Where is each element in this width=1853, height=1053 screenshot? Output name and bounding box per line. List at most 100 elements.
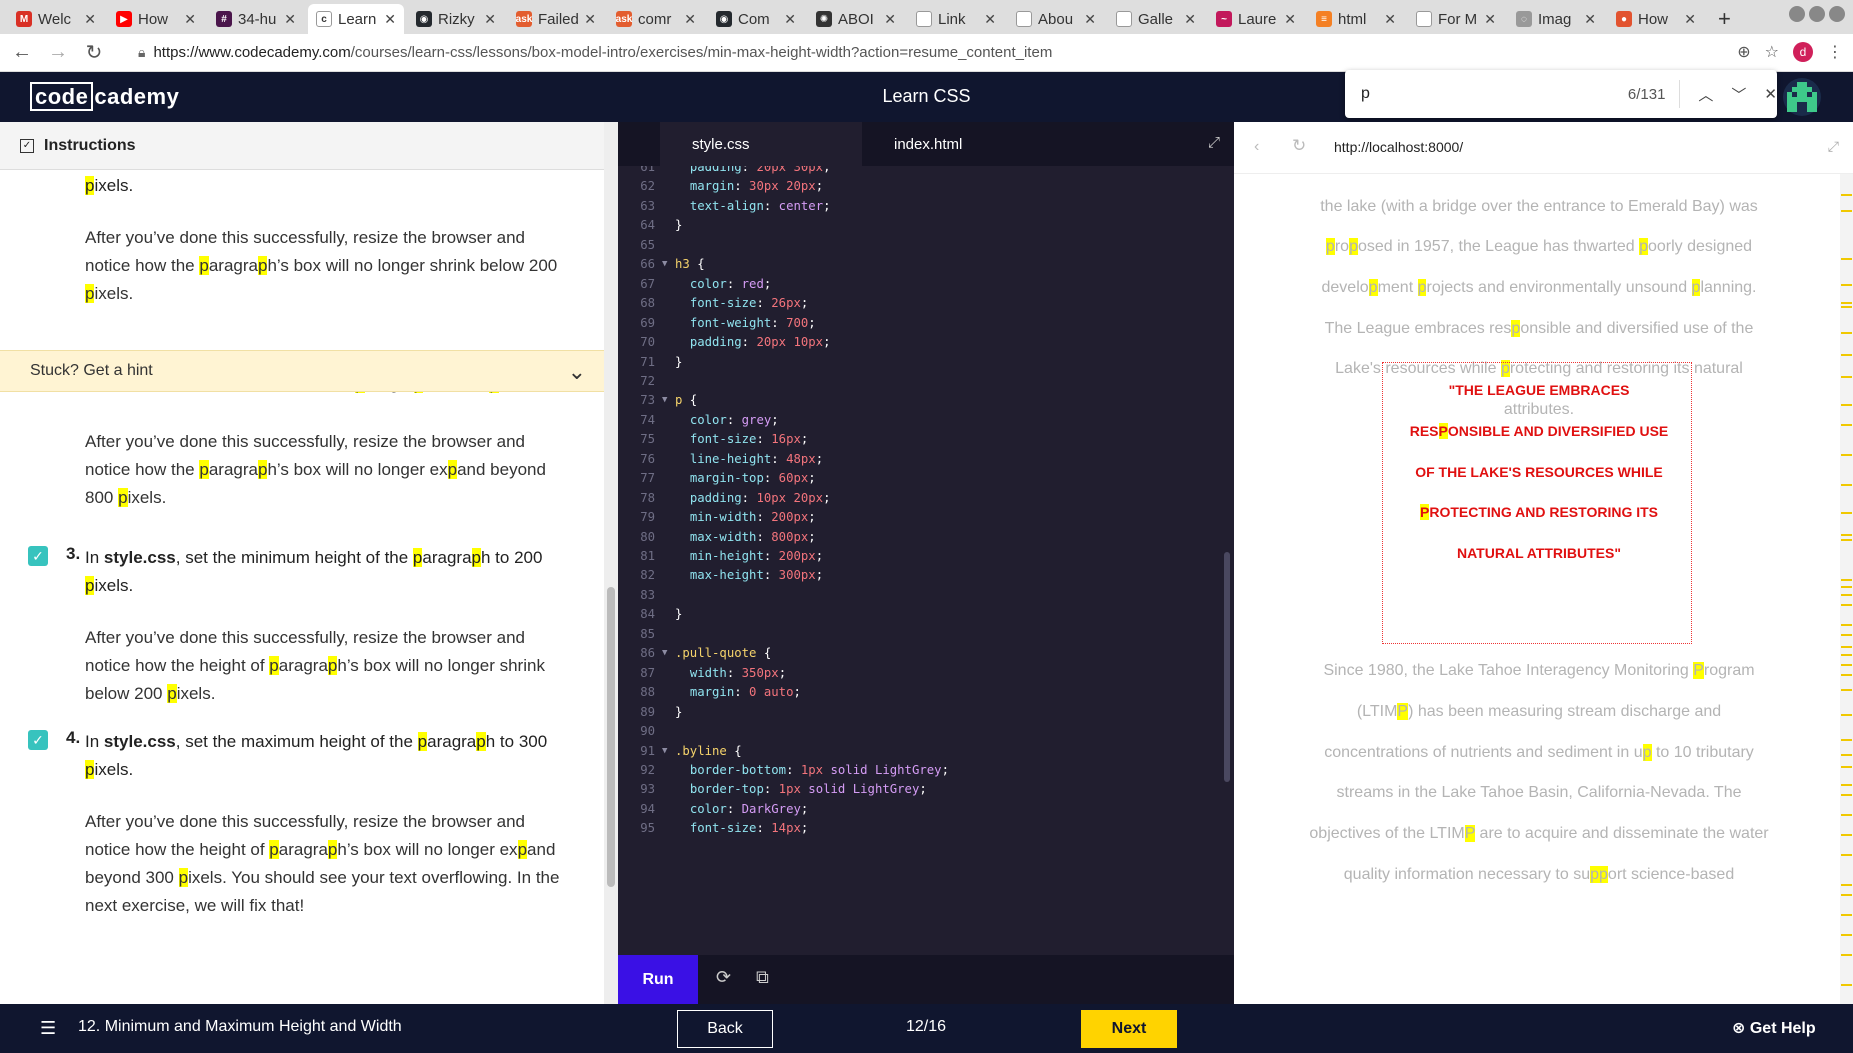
tab-close-icon[interactable]: ✕ xyxy=(284,11,296,28)
preview-expand-icon[interactable]: ⤢ xyxy=(1828,138,1839,155)
scroll-match-marker xyxy=(1841,934,1852,936)
browser-tab[interactable]: ◌ Imag ✕ xyxy=(1508,4,1604,34)
preview-paragraph-line: the lake (with a bridge over the entranc… xyxy=(1320,198,1758,215)
scroll-match-marker xyxy=(1841,854,1852,856)
tab-close-icon[interactable]: ✕ xyxy=(684,11,696,28)
preview-reload-icon[interactable]: ↻ xyxy=(1292,136,1306,156)
preview-paragraph-line: streams in the Lake Tahoe Basin, Califor… xyxy=(1336,784,1742,801)
tab-close-icon[interactable]: ✕ xyxy=(584,11,596,28)
tab-title: 34-hu xyxy=(238,10,277,28)
browser-tab[interactable]: c Learn ✕ xyxy=(308,4,404,34)
profile-avatar[interactable]: d xyxy=(1793,42,1813,62)
copy-codebase-icon[interactable]: ⧉ xyxy=(756,967,769,988)
browser-tab[interactable]: M Welc ✕ xyxy=(8,4,104,34)
scroll-match-marker xyxy=(1841,258,1852,260)
browser-tab[interactable]: ≡ html ✕ xyxy=(1308,4,1404,34)
tab-title: Galle xyxy=(1138,10,1174,28)
tab-close-icon[interactable]: ✕ xyxy=(984,11,996,28)
hint-toggle[interactable]: Stuck? Get a hint ⌄ xyxy=(0,350,604,392)
get-help-button[interactable]: ⊗ Get Help xyxy=(1732,1018,1816,1038)
browser-tab[interactable]: #34-hu ✕ xyxy=(208,4,304,34)
browser-tab[interactable]: ◉ Com ✕ xyxy=(708,4,804,34)
tab-close-icon[interactable]: ✕ xyxy=(1684,11,1696,28)
browser-tab[interactable]: Link ✕ xyxy=(908,4,1004,34)
preview-paragraph-line: proposed in 1957, the League has thwarte… xyxy=(1325,238,1753,255)
tab-favicon-icon: c xyxy=(316,11,332,27)
tab-close-icon[interactable]: ✕ xyxy=(884,11,896,28)
tab-close-icon[interactable]: ✕ xyxy=(1284,11,1296,28)
reset-icon[interactable]: ⟳ xyxy=(716,967,731,988)
tab-close-icon[interactable]: ✕ xyxy=(484,11,496,28)
scroll-match-marker xyxy=(1841,794,1852,796)
find-next-icon[interactable]: ﹀ xyxy=(1731,84,1746,105)
scrollbar-thumb[interactable] xyxy=(607,587,615,887)
run-button[interactable]: Run xyxy=(618,955,698,1004)
tab-style-css[interactable]: style.css xyxy=(660,122,862,166)
checkmark-icon: ✓ xyxy=(28,730,48,750)
scroll-match-marker xyxy=(1841,484,1852,486)
tab-favicon-icon: ✺ xyxy=(816,11,832,27)
tab-close-icon[interactable]: ✕ xyxy=(1184,11,1196,28)
maximize-icon[interactable] xyxy=(1809,6,1825,22)
menu-icon[interactable]: ☰ xyxy=(40,1018,56,1039)
step-task: In style.css, set the minimum height of … xyxy=(85,548,543,595)
step-number: 4. xyxy=(66,728,81,747)
preview-url[interactable]: http://localhost:8000/ xyxy=(1334,139,1463,155)
window-controls xyxy=(1789,6,1845,22)
browser-tab[interactable]: Galle ✕ xyxy=(1108,4,1204,34)
preview-paragraph-line: concentrations of nutrients and sediment… xyxy=(1324,744,1754,761)
minimize-icon[interactable] xyxy=(1789,6,1805,22)
preview-back-icon[interactable]: ‹ xyxy=(1254,138,1259,156)
tab-close-icon[interactable]: ✕ xyxy=(384,11,396,28)
find-close-icon[interactable]: ✕ xyxy=(1764,85,1777,103)
tab-close-icon[interactable]: ✕ xyxy=(1484,11,1496,28)
browser-tab[interactable]: ● How ✕ xyxy=(1608,4,1704,34)
back-arrow-icon[interactable]: ← xyxy=(8,41,36,64)
scroll-match-marker xyxy=(1841,534,1852,536)
tab-title: Failed xyxy=(538,10,579,28)
forward-arrow-icon[interactable]: → xyxy=(44,41,72,64)
close-window-icon[interactable] xyxy=(1829,6,1845,22)
code-line[interactable]: 95 font-size: 14px; xyxy=(618,817,1218,840)
tab-close-icon[interactable]: ✕ xyxy=(84,11,96,28)
browser-tab[interactable]: ~ Laure ✕ xyxy=(1208,4,1304,34)
reload-icon[interactable]: ↻ xyxy=(80,40,108,65)
browser-tab[interactable]: ask comr ✕ xyxy=(608,4,704,34)
tab-close-icon[interactable]: ✕ xyxy=(784,11,796,28)
url-path: /courses/learn-css/lessons/box-model-int… xyxy=(350,44,1053,61)
browser-tab[interactable]: ▶ How ✕ xyxy=(108,4,204,34)
tab-close-icon[interactable]: ✕ xyxy=(1384,11,1396,28)
scroll-match-marker xyxy=(1841,766,1852,768)
browser-tab[interactable]: ◉ Rizky ✕ xyxy=(408,4,504,34)
new-tab-button[interactable]: + xyxy=(1718,4,1731,34)
help-icon: ⊗ xyxy=(1732,1020,1750,1037)
browser-tab[interactable]: Abou ✕ xyxy=(1008,4,1104,34)
preview-scrollbar[interactable] xyxy=(1840,174,1853,1004)
star-icon[interactable]: ☆ xyxy=(1765,42,1779,62)
editor-scrollbar[interactable] xyxy=(1224,552,1230,782)
find-previous-icon[interactable]: ︿ xyxy=(1698,84,1713,105)
expand-icon[interactable]: ⤢ xyxy=(1208,134,1220,151)
step-detail: After you’ve done this successfully, res… xyxy=(85,812,560,915)
scroll-match-marker xyxy=(1841,674,1852,676)
tab-index-html[interactable]: index.html xyxy=(876,122,962,166)
scroll-match-marker xyxy=(1841,594,1852,596)
back-button[interactable]: Back xyxy=(677,1010,773,1048)
browser-tab[interactable]: For M ✕ xyxy=(1408,4,1504,34)
tab-close-icon[interactable]: ✕ xyxy=(1084,11,1096,28)
next-button[interactable]: Next xyxy=(1081,1010,1177,1048)
browser-tab[interactable]: ask Failed ✕ xyxy=(508,4,604,34)
zoom-icon[interactable]: ⊕ xyxy=(1737,42,1750,62)
find-input[interactable]: p xyxy=(1361,85,1580,103)
browser-tab[interactable]: ✺ ABOI ✕ xyxy=(808,4,904,34)
lesson-title[interactable]: 12. Minimum and Maximum Height and Width xyxy=(78,1018,402,1036)
user-avatar-icon[interactable] xyxy=(1783,78,1821,116)
tab-close-icon[interactable]: ✕ xyxy=(1584,11,1596,28)
code-area[interactable]: 61 padding: 20px 30px; 62 margin: 30px 20… xyxy=(618,166,1234,955)
tab-close-icon[interactable]: ✕ xyxy=(184,11,196,28)
instructions-scrollbar[interactable] xyxy=(604,122,618,1004)
scroll-match-marker xyxy=(1841,424,1852,426)
url-field[interactable]: https://www.codecademy.com/courses/learn… xyxy=(153,44,1052,61)
menu-dots-icon[interactable]: ⋮ xyxy=(1827,42,1843,62)
editor-footer: Run ⟳ ⧉ xyxy=(618,955,1234,1004)
